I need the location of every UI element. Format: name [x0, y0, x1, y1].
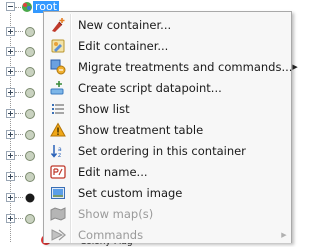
- menu-item-edit-name[interactable]: Edit name...: [46, 161, 289, 182]
- menu-item-new-container[interactable]: New container...: [46, 14, 289, 35]
- context-menu: New container... Edit container... Migra…: [43, 11, 298, 243]
- container-node-icon: [24, 66, 36, 78]
- expand-node-icon[interactable]: [6, 172, 15, 181]
- expand-node-icon[interactable]: [6, 88, 15, 97]
- edit-container-icon: [46, 35, 70, 56]
- map-icon: [46, 203, 70, 224]
- expand-node-icon[interactable]: [6, 109, 15, 118]
- black-node-icon: [24, 192, 36, 204]
- tree-branch-line: [15, 197, 23, 198]
- warning-icon: [46, 119, 70, 140]
- container-node-icon: [24, 46, 36, 58]
- menu-item-show-list[interactable]: Show list: [46, 98, 289, 119]
- expand-node-icon[interactable]: [6, 67, 15, 76]
- collapse-root-icon[interactable]: [6, 2, 15, 11]
- edit-name-icon: [46, 161, 70, 182]
- ordering-icon: a z: [46, 140, 70, 161]
- expand-node-icon[interactable]: [6, 130, 15, 139]
- image-icon: [46, 182, 70, 203]
- expand-node-icon[interactable]: [6, 47, 15, 56]
- submenu-arrow-icon: ▶: [281, 230, 287, 239]
- tree-branch-line: [15, 155, 23, 156]
- expand-node-icon[interactable]: [6, 151, 15, 160]
- list-icon: [46, 98, 70, 119]
- script-datapoint-icon: [46, 77, 70, 98]
- new-container-icon: [46, 14, 70, 35]
- migrate-icon: [46, 56, 70, 77]
- root-node-icon: [21, 1, 33, 13]
- menu-item-edit-container[interactable]: Edit container...: [46, 35, 289, 56]
- menu-item-show-treatment-table[interactable]: Show treatment table: [46, 119, 289, 140]
- menu-item-show-maps[interactable]: Show map(s): [46, 203, 289, 224]
- tree-branch-line: [15, 71, 23, 72]
- menu-item-migrate[interactable]: Migrate treatments and commands... ▶: [46, 56, 298, 77]
- tree-branch-line: [15, 92, 23, 93]
- tree-branch-line: [15, 176, 23, 177]
- menu-item-create-script-datapoint[interactable]: Create script datapoint...: [46, 77, 289, 98]
- tree-branch-line: [15, 113, 23, 114]
- tree-branch-line: [15, 51, 23, 52]
- tree-branch-line: [15, 218, 23, 219]
- container-node-icon: [24, 108, 36, 120]
- container-node-icon: [24, 213, 36, 225]
- tree-branch-line: [15, 134, 23, 135]
- expand-node-icon[interactable]: [6, 214, 15, 223]
- tree-branch-line: [15, 31, 23, 32]
- container-node-icon: [24, 150, 36, 162]
- menu-item-set-ordering[interactable]: a z Set ordering in this container: [46, 140, 289, 161]
- container-node-icon: [24, 87, 36, 99]
- expand-node-icon[interactable]: [6, 193, 15, 202]
- container-node-icon: [24, 129, 36, 141]
- container-node-icon: [24, 26, 36, 38]
- submenu-arrow-icon: ▶: [292, 62, 298, 71]
- expand-node-icon[interactable]: [6, 27, 15, 36]
- container-node-icon: [24, 171, 36, 183]
- menu-item-set-custom-image[interactable]: Set custom image: [46, 182, 289, 203]
- svg-text:z: z: [58, 152, 61, 159]
